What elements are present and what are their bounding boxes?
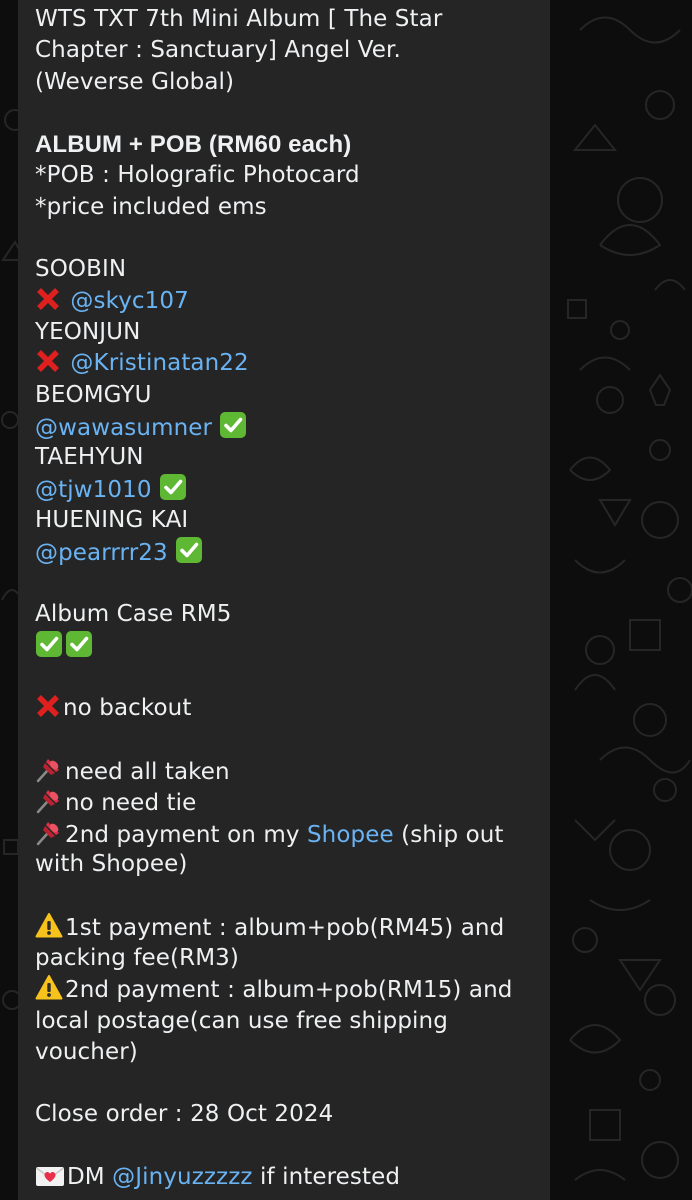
first-payment-line-2: packing fee(RM3) — [35, 944, 239, 971]
member-status-taehyun: @tjw1010 — [35, 473, 540, 504]
warning-icon — [35, 912, 63, 939]
pin-line-second-payment: 2nd payment on my Shopee (ship out — [35, 818, 540, 849]
cross-mark-icon — [35, 693, 61, 719]
pushpin-icon — [35, 755, 63, 783]
dm-prefix: DM — [67, 1163, 113, 1190]
pin-line-need-all-taken: need all taken — [35, 755, 540, 786]
handle-link-taehyun[interactable]: @tjw1010 — [35, 477, 152, 503]
album-case: Album Case RM5 — [35, 600, 232, 627]
dm-handle-link[interactable]: @Jinyuzzzzz — [112, 1164, 252, 1190]
title-line-2: Chapter : Sanctuary] Angel Ver. — [35, 37, 401, 64]
member-name-beomgyu: BEOMGYU — [35, 381, 152, 408]
second-payment-line-3: voucher) — [35, 1038, 138, 1065]
check-mark-icon — [35, 630, 63, 658]
first-payment-line-1: 1st payment : album+pob(RM45) and — [35, 912, 540, 943]
cross-mark-icon — [35, 348, 61, 374]
cross-mark-icon — [35, 286, 61, 312]
dm-suffix: if interested — [252, 1163, 401, 1190]
first-payment-text: 1st payment : album+pob(RM45) and — [65, 914, 505, 941]
warning-icon — [35, 974, 63, 1001]
album-case-status — [35, 630, 540, 661]
member-name-soobin: SOOBIN — [35, 256, 127, 283]
second-payment-continued: with Shopee) — [35, 851, 188, 878]
member-name-taehyun: TAEHYUN — [35, 444, 144, 471]
check-mark-icon — [65, 630, 93, 658]
shopee-link[interactable]: Shopee — [307, 822, 394, 848]
member-name-yeonjun: YEONJUN — [35, 318, 141, 345]
second-payment-text: 2nd payment : album+pob(RM15) and — [65, 977, 513, 1004]
second-payment-prefix: 2nd payment on my — [65, 821, 307, 848]
title-line-1: WTS TXT 7th Mini Album [ The Star — [35, 6, 443, 32]
check-mark-icon — [175, 536, 203, 564]
no-backout-text: no backout — [63, 694, 192, 721]
close-order: Close order : 28 Oct 2024 — [35, 1101, 334, 1128]
price-note: *price included ems — [35, 193, 267, 220]
dm-line: DM @Jinyuzzzzz if interested — [35, 1162, 540, 1193]
second-payment-line-1: 2nd payment : album+pob(RM15) and — [35, 974, 540, 1005]
member-status-hueningkai: @pearrrr23 — [35, 536, 540, 567]
pushpin-icon — [35, 786, 63, 814]
second-payment-suffix: (ship out — [393, 821, 504, 848]
handle-link-soobin[interactable]: @skyc107 — [70, 288, 188, 314]
handle-link-yeonjun[interactable]: @Kristinatan22 — [70, 350, 248, 376]
pushpin-icon — [35, 818, 63, 846]
chat-screen: WTS TXT 7th Mini Album [ The Star Chapte… — [0, 0, 692, 1200]
need-all-taken-text: need all taken — [65, 759, 230, 786]
second-payment-line-2: local postage(can use free shipping — [35, 1007, 448, 1034]
member-status-yeonjun: @Kristinatan22 — [35, 348, 540, 379]
love-letter-icon — [35, 1164, 65, 1188]
pin-line-no-need-tie: no need tie — [35, 786, 540, 817]
album-heading: ALBUM + POB (RM60 each) — [35, 131, 352, 159]
message-text: WTS TXT 7th Mini Album [ The Star Chapte… — [35, 4, 540, 1193]
handle-link-beomgyu[interactable]: @wawasumner — [35, 415, 212, 441]
title-line-3: (Weverse Global) — [35, 68, 235, 95]
handle-link-hueningkai[interactable]: @pearrrr23 — [35, 540, 168, 566]
no-need-tie-text: no need tie — [65, 790, 197, 817]
no-backout-line: no backout — [35, 693, 540, 724]
member-name-hueningkai: HUENING KAI — [35, 506, 189, 533]
member-status-soobin: @skyc107 — [35, 286, 540, 317]
check-mark-icon — [159, 473, 187, 501]
pob-note: *POB : Holografic Photocard — [35, 162, 360, 189]
member-status-beomgyu: @wawasumner — [35, 411, 540, 442]
check-mark-icon — [219, 411, 247, 439]
